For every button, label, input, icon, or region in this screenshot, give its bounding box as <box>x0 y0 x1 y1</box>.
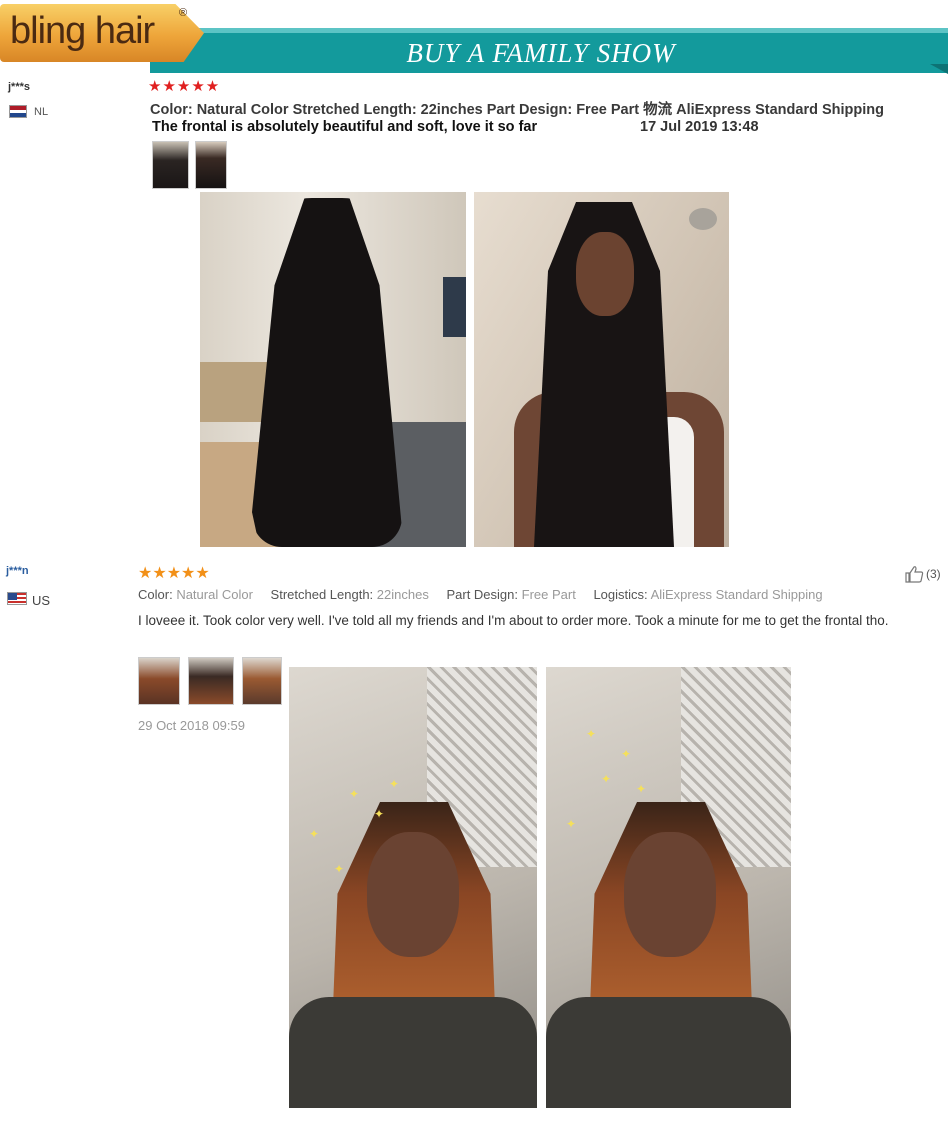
review-date: 29 Oct 2018 09:59 <box>138 718 245 733</box>
nl-flag-icon <box>9 105 27 118</box>
review-date: 17 Jul 2019 13:48 <box>640 119 759 135</box>
review-thumbnail[interactable] <box>242 657 282 705</box>
part-design-value: Free Part <box>521 587 576 602</box>
logistics-value: AliExpress Standard Shipping <box>650 587 823 602</box>
review-comment: The frontal is absolutely beautiful and … <box>152 119 538 135</box>
star-rating: ★★★★★ <box>138 565 210 582</box>
color-value: Natural Color <box>176 587 253 602</box>
logistics-label: Logistics: <box>593 587 648 602</box>
review-thumbnail[interactable] <box>152 141 189 189</box>
header-banner: BUY A FAMILY SHOW bling hair ® <box>0 0 950 78</box>
review-thumbnail[interactable] <box>138 657 180 705</box>
review-product-options: Color: Natural Color Stretched Length: 2… <box>150 102 884 118</box>
reviewer-name: j***s <box>8 81 31 93</box>
reviewer-name: j***n <box>6 565 29 577</box>
review-thumbnail[interactable] <box>195 141 227 189</box>
review-thumbnail[interactable] <box>188 657 234 705</box>
logo-text: bling hair <box>10 10 155 52</box>
reviewer-country: US <box>32 593 51 608</box>
review-photo[interactable] <box>474 192 729 547</box>
helpful-count: (3) <box>926 567 941 581</box>
brand-logo: bling hair ® <box>0 4 208 64</box>
star-rating: ★★★★★ <box>148 78 221 95</box>
part-design-label: Part Design: <box>446 587 519 602</box>
helpful-button[interactable]: (3) <box>904 565 941 583</box>
review-photo[interactable]: ✦ ✦ ✦ ✦ ✦ <box>546 667 791 1108</box>
us-flag-icon <box>7 592 27 605</box>
review-comment: I loveee it. Took color very well. I've … <box>138 613 889 628</box>
review-photo[interactable]: ✦ ✦ ✦ ✦ ✦ <box>289 667 537 1108</box>
banner-title: BUY A FAMILY SHOW <box>406 38 676 68</box>
length-label: Stretched Length: <box>270 587 374 602</box>
length-value: 22inches <box>376 587 429 602</box>
review-product-options: Color: Natural Color Stretched Length: 2… <box>138 587 823 602</box>
thumbs-up-icon <box>905 566 924 583</box>
color-label: Color: <box>138 587 173 602</box>
review-photo[interactable] <box>200 192 466 547</box>
banner-corner <box>930 64 948 74</box>
logo-registered-mark: ® <box>179 7 188 19</box>
reviewer-country: NL <box>34 106 49 118</box>
